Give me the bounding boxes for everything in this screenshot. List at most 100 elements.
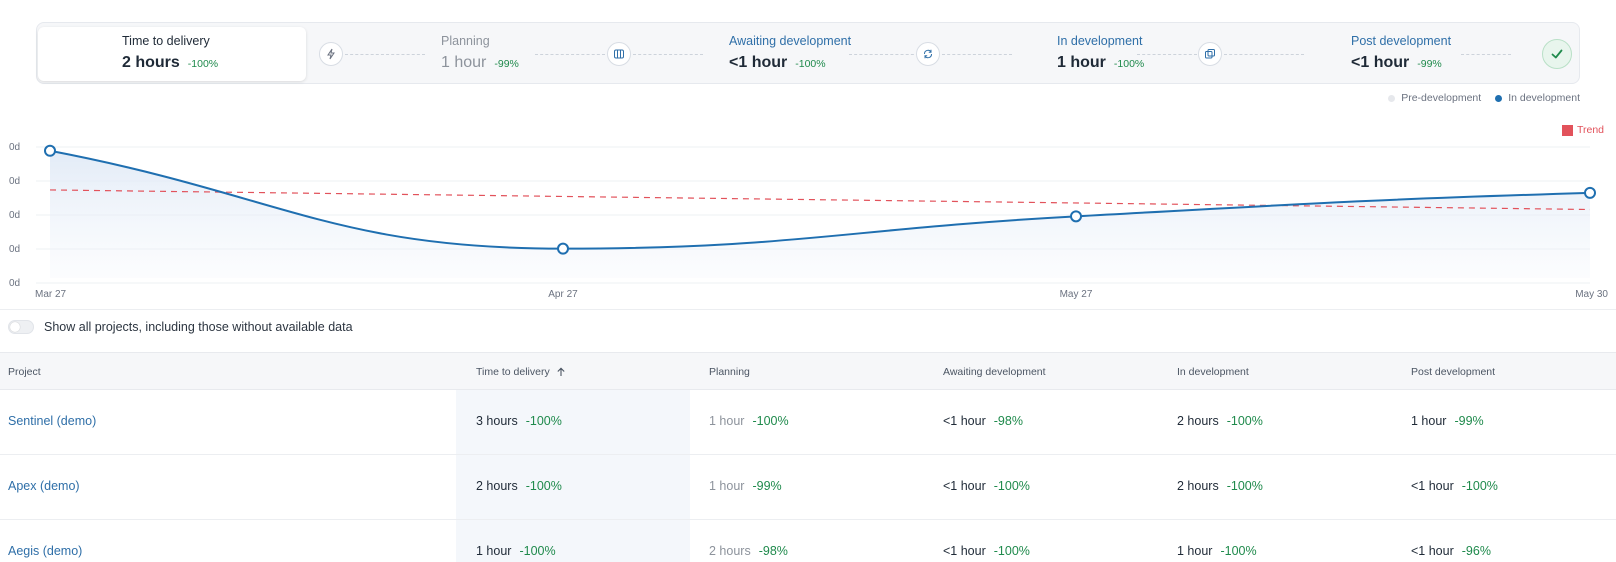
cell-value: 2 hours [1177,414,1219,428]
cell-value: <1 hour [1411,479,1454,493]
y-tick-label: 0d [9,176,20,187]
legend-label: In development [1508,92,1580,104]
stage-connector [849,54,919,55]
column-header-post-development[interactable]: Post development [1411,366,1495,378]
table-cell: <1 hour -96% [1411,544,1491,558]
table-row: Apex (demo) 2 hours -100% 1 hour -99% <1 hour… [0,455,1616,520]
cell-delta: -100% [752,414,789,428]
show-all-projects-toggle[interactable] [8,320,34,334]
copy-icon [1198,42,1222,66]
sort-ascending-icon [557,367,565,376]
stage-connector [942,54,1012,55]
cell-value: 1 hour [1411,414,1447,428]
cell-delta: -100% [519,544,556,558]
cell-value: <1 hour [1411,544,1454,558]
table-cell: 1 hour -99% [1411,414,1484,428]
table-cell: 2 hours -100% [1177,414,1263,428]
cell-delta: -100% [993,544,1030,558]
column-header-planning[interactable]: Planning [709,366,750,378]
table-cell: <1 hour -98% [943,414,1023,428]
cell-delta: -99% [1454,414,1484,428]
stage-title: Post development [1351,34,1452,48]
data-point-may-30[interactable] [1584,186,1596,199]
stage-delta: -100% [1113,58,1145,70]
cell-delta: -100% [1226,414,1263,428]
stage-bar: Time to delivery 2 hours -100% Planning 1… [36,22,1580,84]
stage-title: Time to delivery [122,34,210,48]
stage-value: <1 hour -100% [729,54,826,71]
stage-connector [345,54,425,55]
cell-value: 2 hours [476,479,518,493]
refresh-icon [916,42,940,66]
toggle-knob [10,322,20,332]
cell-delta: -98% [758,544,788,558]
project-link[interactable]: Aegis (demo) [8,544,82,558]
table-cell: <1 hour -100% [943,544,1030,558]
y-tick-label: 0d [9,244,20,255]
stage-delta: -100% [795,58,826,70]
stage-delta: -99% [1417,58,1442,70]
stage-value: 1 hour -99% [441,54,519,71]
column-header-in-development[interactable]: In development [1177,366,1249,378]
cell-delta: -100% [1226,479,1263,493]
data-point-mar-27[interactable] [44,144,56,157]
column-header-project[interactable]: Project [8,366,41,378]
table-cell: 2 hours -98% [709,544,788,558]
cell-value: 1 hour [476,544,512,558]
data-point-apr-27[interactable] [557,242,569,255]
legend-item-in-development[interactable]: In development [1495,92,1580,104]
series-area [50,150,1590,278]
delivery-line-chart: 0d 0d 0d 0d 0d Mar 27 Apr 27 May 27 May 30 [9,142,1608,300]
stage-value: <1 hour -99% [1351,54,1442,71]
x-tick-label: May 27 [1060,289,1093,300]
cell-value: 2 hours [1177,479,1219,493]
cell-value: <1 hour [943,544,986,558]
data-point-may-27[interactable] [1070,210,1082,223]
stage-value: 1 hour -100% [1057,54,1145,71]
stage-title: In development [1057,34,1143,48]
trend-line [49,189,1591,211]
y-tick-label: 0d [9,210,20,221]
columns-icon [607,42,631,66]
legend-item-pre-development[interactable]: Pre-development [1388,92,1481,104]
cell-value: 1 hour [709,414,745,428]
table-row: Sentinel (demo) 3 hours -100% 1 hour -100% <1… [0,390,1616,455]
table-cell: 1 hour -99% [709,479,782,493]
cell-value: 2 hours [709,544,751,558]
legend-label: Pre-development [1401,92,1482,104]
cell-value: 1 hour [1177,544,1213,558]
toggle-label: Show all projects, including those witho… [44,320,353,334]
cell-value: 1 hour [709,479,745,493]
legend-dot [1388,94,1396,102]
cell-delta: -96% [1461,544,1491,558]
cell-value: <1 hour [943,479,986,493]
stage-value: 2 hours -100% [122,54,219,71]
stage-title: Planning [441,34,490,48]
project-link[interactable]: Apex (demo) [8,479,80,493]
cell-delta: -100% [1220,544,1257,558]
cell-value: <1 hour [943,414,986,428]
stage-connector [535,54,605,55]
column-header-time-to-delivery[interactable]: Time to delivery [476,366,566,378]
stage-connector [1224,54,1304,55]
table-cell: 3 hours -100% [476,414,562,428]
stage-delta: -99% [494,58,519,70]
table-cell: 2 hours -100% [476,479,562,493]
cell-delta: -98% [993,414,1023,428]
table-cell: 1 hour -100% [709,414,789,428]
cell-value: 3 hours [476,414,518,428]
column-header-awaiting-development[interactable]: Awaiting development [943,366,1046,378]
chart-legend: Pre-development In development [1388,92,1580,104]
lightning-icon [319,42,343,66]
project-link[interactable]: Sentinel (demo) [8,414,96,428]
table-cell: 1 hour -100% [476,544,556,558]
x-tick-label: May 30 [1575,289,1608,300]
stage-connector [633,54,703,55]
x-tick-label: Mar 27 [35,289,67,300]
table-row: Aegis (demo) 1 hour -100% 2 hours -98% <1 hou… [0,520,1616,562]
cell-delta: -100% [525,479,562,493]
x-tick-label: Apr 27 [548,289,578,300]
table-header: Project Time to delivery Planning Awaiti… [0,352,1616,390]
stage-connector [1137,54,1197,55]
table-cell: 2 hours -100% [1177,479,1263,493]
